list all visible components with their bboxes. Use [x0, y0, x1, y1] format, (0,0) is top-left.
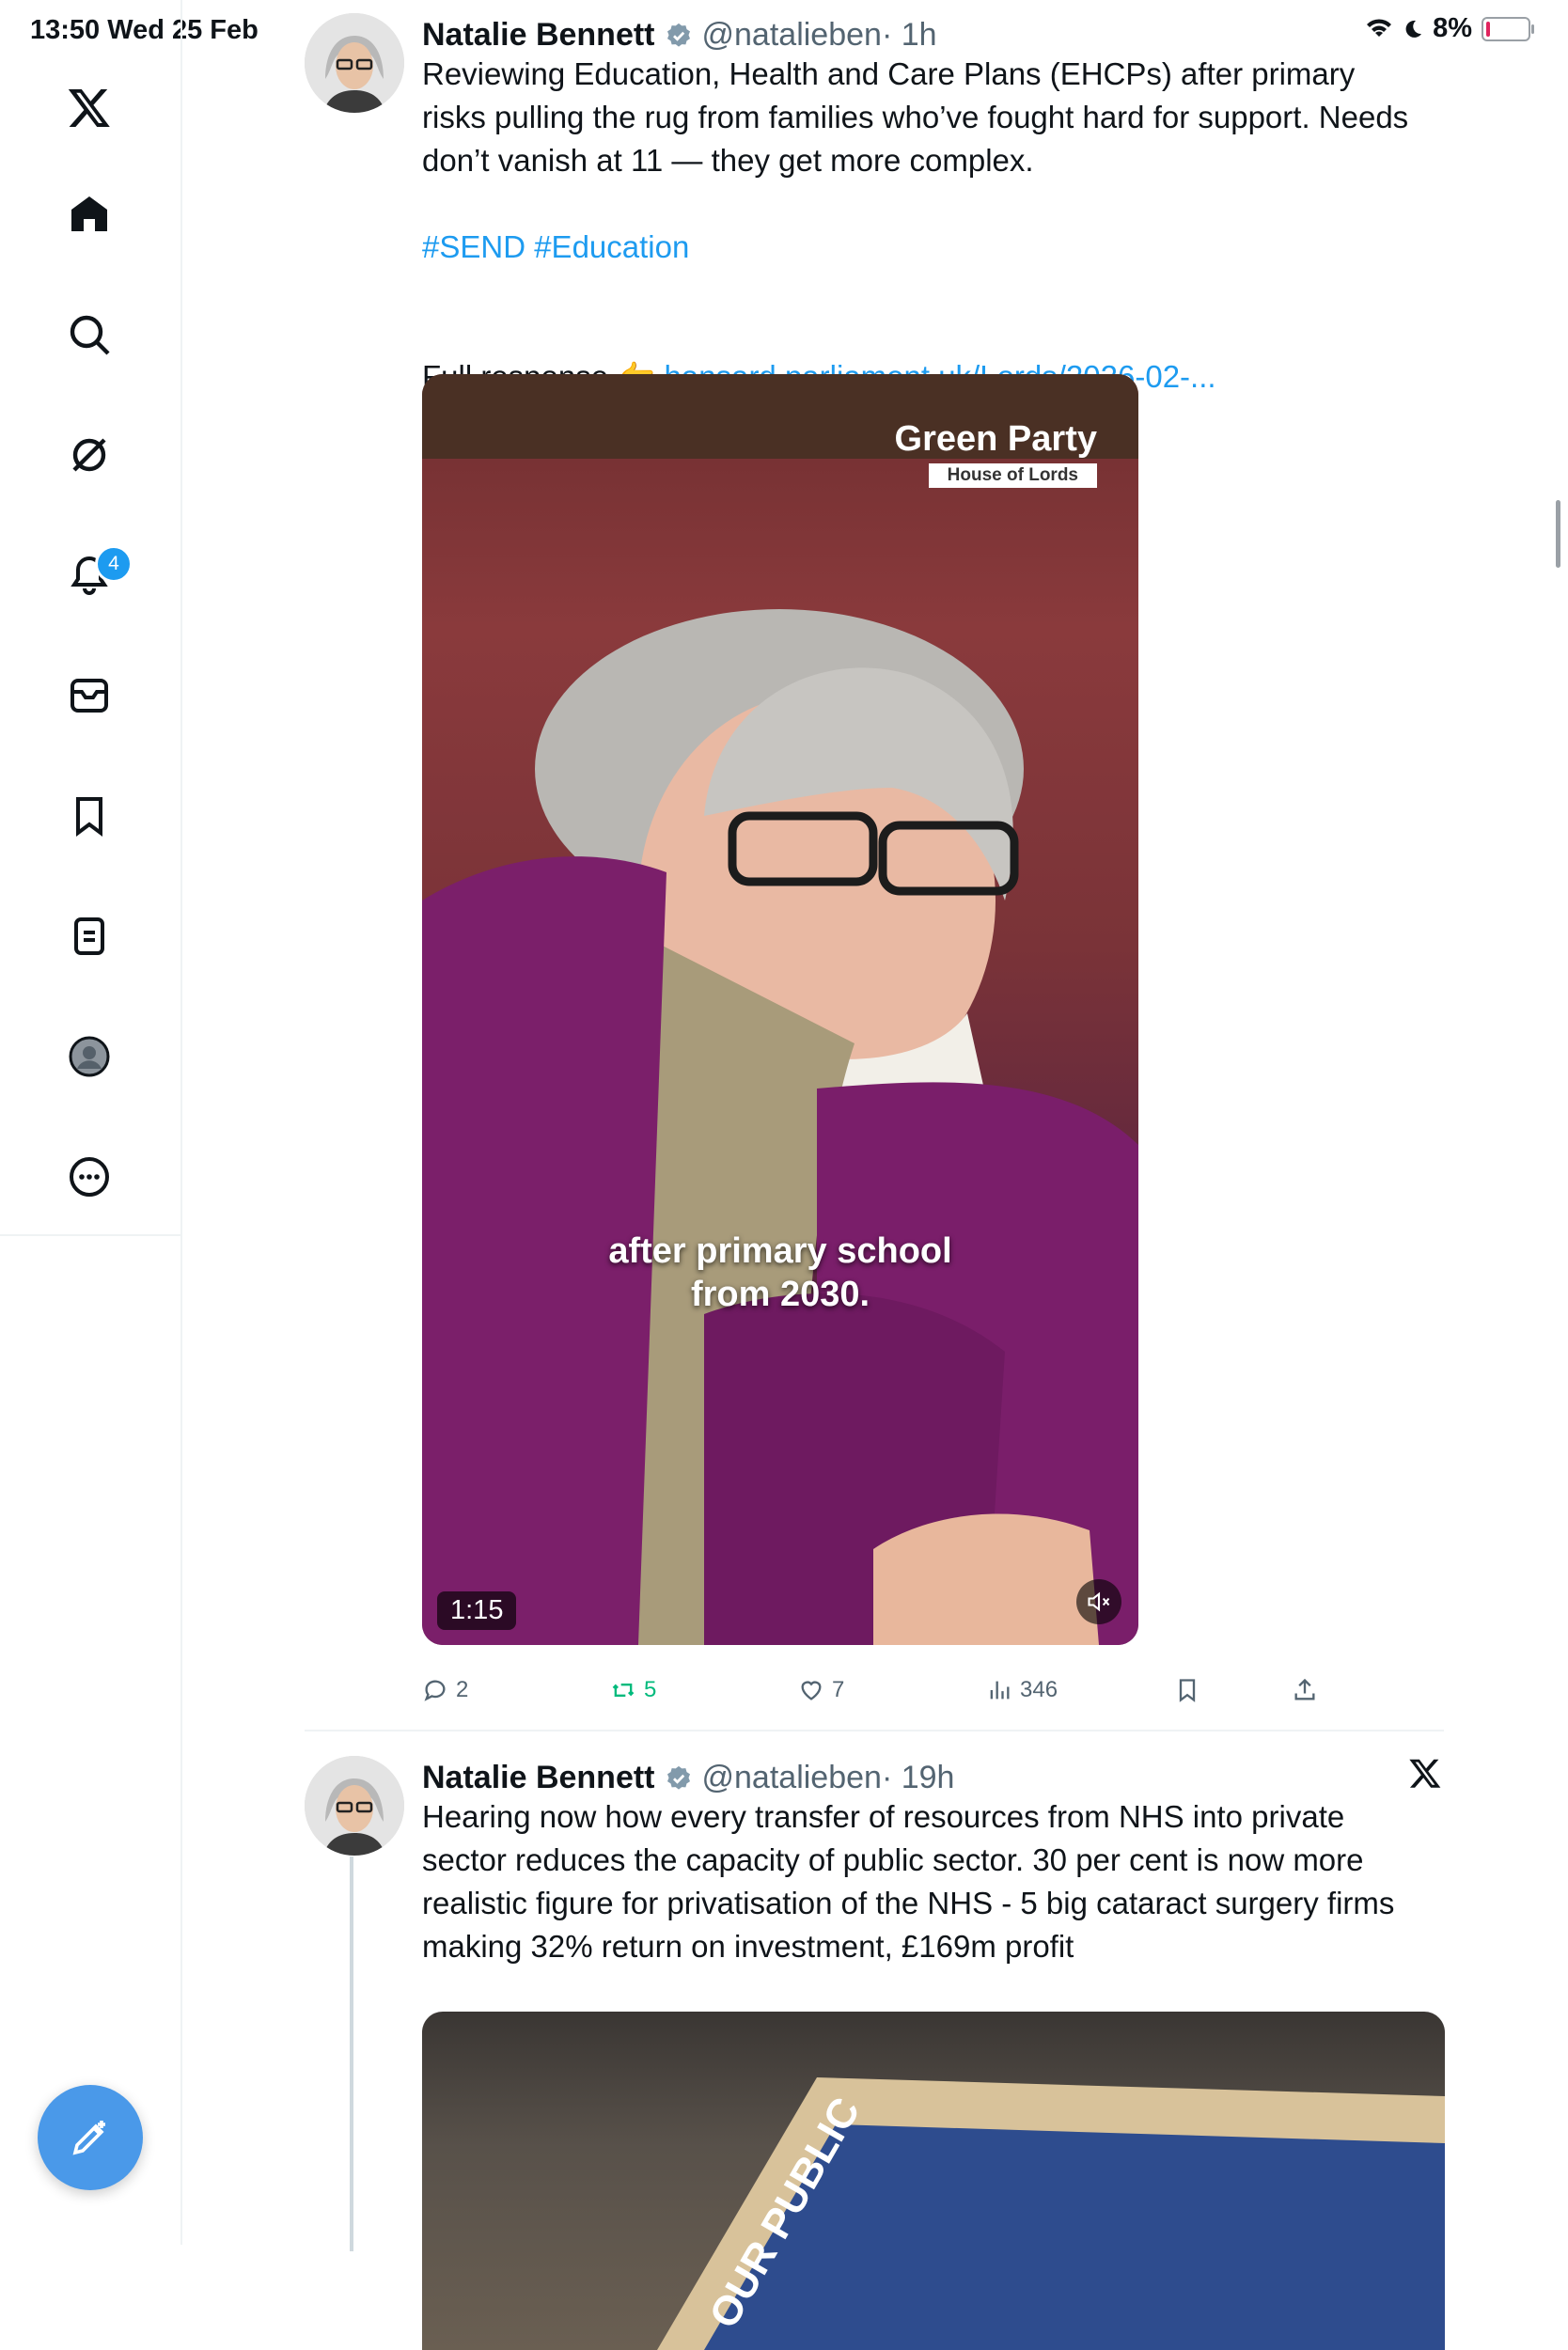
reply-icon [424, 1680, 446, 1701]
logo-subtitle: House of Lords [928, 463, 1097, 488]
repost-button[interactable]: 5 [610, 1677, 656, 1703]
green-party-logo: Green Party House of Lords [895, 419, 1097, 488]
sidebar-divider [0, 1234, 180, 1236]
tweet[interactable]: Natalie Bennett @natalieben · 19h Hearin… [305, 1756, 1445, 2350]
home-icon[interactable] [57, 182, 121, 246]
muted-speaker-icon [1088, 1591, 1110, 1612]
author-name[interactable]: Natalie Bennett [422, 1760, 655, 1796]
compose-button[interactable] [38, 2085, 143, 2190]
author-handle[interactable]: @natalieben [702, 17, 882, 54]
tweet-text: Hearing now how every transfer of resour… [422, 1799, 1395, 1964]
video-caption-line2: from 2030. [690, 1275, 870, 1314]
tweet-image[interactable]: OUR PUBLIC [422, 2012, 1445, 2350]
views-button[interactable]: 346 [986, 1677, 1058, 1703]
author-name[interactable]: Natalie Bennett [422, 17, 655, 54]
avatar[interactable] [305, 1756, 404, 1856]
tweet-hashtags[interactable]: #SEND #Education [422, 226, 689, 269]
mute-button[interactable] [1076, 1579, 1121, 1624]
heart-icon [801, 1681, 822, 1700]
sidebar: 4 [0, 0, 182, 2245]
grok-icon[interactable] [57, 423, 121, 487]
tweet-time[interactable]: · 1h [882, 17, 937, 54]
repost-icon [612, 1684, 635, 1697]
verified-badge-icon [665, 22, 693, 50]
video-player[interactable]: Green Party House of Lords after primary… [422, 374, 1138, 1645]
avatar[interactable] [305, 13, 404, 113]
notification-badge: 4 [95, 545, 133, 583]
more-icon[interactable] [57, 1145, 121, 1209]
tweet-divider [305, 1730, 1444, 1731]
bookmark-button[interactable] [1174, 1677, 1200, 1703]
author-handle[interactable]: @natalieben [702, 1760, 882, 1796]
reply-button[interactable]: 2 [422, 1677, 468, 1703]
bookmarks-icon[interactable] [57, 784, 121, 848]
video-duration: 1:15 [437, 1591, 517, 1630]
lists-icon[interactable] [57, 904, 121, 968]
tweet[interactable]: Natalie Bennett @natalieben · 1h Reviewi… [305, 13, 1444, 1724]
image-content: OUR PUBLIC [657, 2077, 1445, 2350]
verified-badge-icon [665, 1764, 693, 1793]
x-logo-icon [1409, 1759, 1441, 1788]
battery-icon [1482, 16, 1534, 41]
tweet-text: Reviewing Education, Health and Care Pla… [422, 56, 1409, 178]
compose-icon [72, 2121, 105, 2155]
like-count: 7 [832, 1677, 845, 1702]
x-logo-icon[interactable] [57, 75, 121, 139]
view-count: 346 [1020, 1677, 1058, 1702]
video-frame [422, 374, 1138, 1645]
profile-icon[interactable] [57, 1025, 121, 1089]
scroll-indicator[interactable] [1556, 500, 1560, 568]
messages-icon[interactable] [57, 664, 121, 728]
search-icon[interactable] [57, 303, 121, 367]
video-caption-line1: after primary school [608, 1231, 952, 1271]
tweet-time[interactable]: · 19h [882, 1760, 955, 1796]
tweet-actions: 2 5 7 346 [422, 1677, 1325, 1715]
like-button[interactable]: 7 [798, 1677, 844, 1703]
repost-count: 5 [644, 1677, 657, 1702]
bookmark-icon [1179, 1679, 1196, 1702]
share-icon [1294, 1678, 1315, 1700]
logo-title: Green Party [894, 419, 1097, 459]
share-button[interactable] [1292, 1677, 1318, 1703]
reply-count: 2 [456, 1677, 469, 1702]
views-icon [990, 1681, 1010, 1700]
